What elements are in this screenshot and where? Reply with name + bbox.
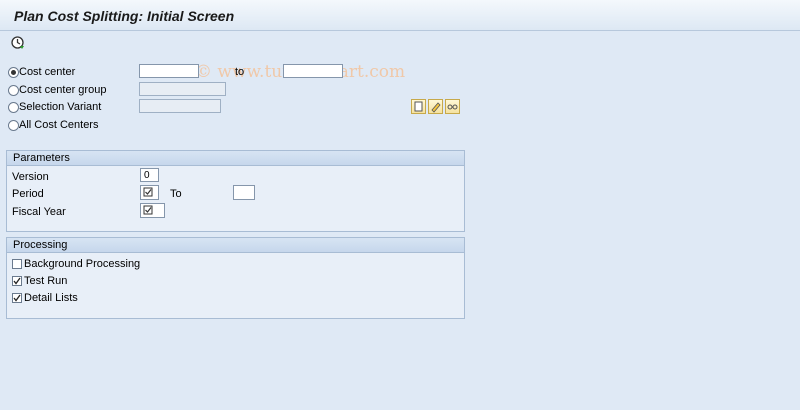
selection-variant-input[interactable] bbox=[139, 99, 221, 113]
display-variant-icon[interactable] bbox=[445, 99, 460, 114]
cost-center-group-radio[interactable] bbox=[8, 85, 19, 96]
detail-lists-label: Detail Lists bbox=[24, 292, 78, 304]
required-check-icon bbox=[143, 187, 153, 197]
edit-variant-icon[interactable] bbox=[428, 99, 443, 114]
parameters-header: Parameters bbox=[7, 151, 464, 166]
title-bar: Plan Cost Splitting: Initial Screen bbox=[0, 0, 800, 31]
execute-icon[interactable] bbox=[10, 35, 25, 50]
toolbar: © www.tutorialkart.com bbox=[0, 31, 800, 82]
period-to-label: To bbox=[170, 188, 182, 200]
period-label: Period bbox=[12, 188, 44, 200]
cost-center-label: Cost center bbox=[19, 66, 76, 78]
processing-group: Processing bbox=[6, 237, 465, 319]
background-processing-checkbox[interactable] bbox=[12, 259, 22, 269]
fiscal-year-input[interactable] bbox=[140, 203, 165, 218]
cost-center-to-label: to bbox=[235, 66, 245, 78]
cost-center-radio[interactable] bbox=[8, 67, 19, 78]
version-input[interactable]: 0 bbox=[140, 168, 159, 182]
all-cost-centers-label: All Cost Centers bbox=[19, 119, 99, 131]
selection-variant-label: Selection Variant bbox=[19, 101, 102, 113]
page-title: Plan Cost Splitting: Initial Screen bbox=[14, 8, 235, 24]
cost-center-group-label: Cost center group bbox=[19, 84, 107, 96]
background-processing-label: Background Processing bbox=[24, 258, 141, 270]
version-label: Version bbox=[12, 171, 49, 183]
processing-header: Processing bbox=[7, 238, 464, 253]
fiscal-year-label: Fiscal Year bbox=[12, 206, 66, 218]
create-variant-icon[interactable] bbox=[411, 99, 426, 114]
selection-variant-radio[interactable] bbox=[8, 102, 19, 113]
test-run-checkbox[interactable] bbox=[12, 276, 22, 286]
cost-center-to-input[interactable] bbox=[283, 64, 343, 78]
period-input[interactable] bbox=[140, 185, 159, 200]
all-cost-centers-radio[interactable] bbox=[8, 120, 19, 131]
test-run-label: Test Run bbox=[24, 275, 68, 287]
period-to-input[interactable] bbox=[233, 185, 255, 200]
cost-center-group-input[interactable] bbox=[139, 82, 226, 96]
check-icon bbox=[13, 277, 21, 285]
detail-lists-checkbox[interactable] bbox=[12, 293, 22, 303]
required-check-icon bbox=[143, 205, 153, 215]
cost-center-from-input[interactable] bbox=[139, 64, 199, 78]
check-icon bbox=[13, 294, 21, 302]
